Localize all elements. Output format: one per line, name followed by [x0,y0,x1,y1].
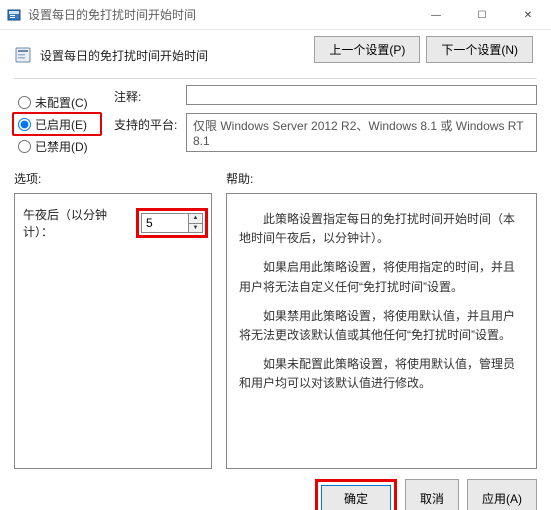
spin-up-button[interactable]: ▲ [189,214,202,224]
radio-not-configured[interactable]: 未配置(C) [14,91,114,113]
radio-enabled-input[interactable] [18,118,31,131]
platform-label: 支持的平台: [114,113,186,133]
maximize-button[interactable]: ☐ [459,0,505,30]
minutes-input[interactable] [142,214,188,232]
options-panel: 午夜后（以分钟计）： ▲ ▼ [14,193,212,469]
prev-setting-button[interactable]: 上一个设置(P) [314,36,420,63]
divider [14,78,537,79]
page-title: 设置每日的免打扰时间开始时间 [40,47,208,64]
dialog-buttons: 确定 取消 应用(A) [14,479,537,510]
minimize-button[interactable]: — [413,0,459,30]
radio-not-configured-input[interactable] [18,96,31,109]
help-text: 此策略设置指定每日的免打扰时间开始时间（本地时间午夜后，以分钟计）。 [239,210,524,248]
highlight-box: 确定 [315,479,397,510]
minutes-label: 午夜后（以分钟计）： [23,206,133,240]
apply-button[interactable]: 应用(A) [467,479,537,510]
window-title: 设置每日的免打扰时间开始时间 [28,6,196,23]
help-heading: 帮助: [226,170,537,187]
options-heading: 选项: [14,170,212,187]
minutes-spinner[interactable]: ▲ ▼ [141,213,203,233]
radio-disabled-input[interactable] [18,140,31,153]
radio-not-configured-label: 未配置(C) [35,94,88,111]
help-text: 如果禁用此策略设置，将使用默认值，并且用户将无法更改该默认值或其他任何“免打扰时… [239,307,524,345]
ok-button[interactable]: 确定 [321,485,391,510]
platform-value: 仅限 Windows Server 2012 R2、Windows 8.1 或 … [186,113,537,152]
cancel-button[interactable]: 取消 [405,479,459,510]
radio-disabled-label: 已禁用(D) [35,138,88,155]
radio-enabled-label: 已启用(E) [35,116,87,133]
radio-enabled[interactable]: 已启用(E) [14,113,114,135]
help-text: 如果启用此策略设置，将使用指定的时间，并且用户将无法自定义任何“免打扰时间”设置… [239,258,524,296]
close-button[interactable]: ✕ [505,0,551,30]
radio-disabled[interactable]: 已禁用(D) [14,135,114,157]
help-panel: 此策略设置指定每日的免打扰时间开始时间（本地时间午夜后，以分钟计）。 如果启用此… [226,193,537,469]
title-bar: 设置每日的免打扰时间开始时间 — ☐ ✕ [0,0,551,30]
comment-field[interactable] [186,85,537,105]
next-setting-button[interactable]: 下一个设置(N) [426,36,533,63]
state-radio-group: 未配置(C) 已启用(E) 已禁用(D) [14,85,114,160]
comment-label: 注释: [114,85,186,105]
spin-down-button[interactable]: ▼ [189,224,202,233]
policy-icon [14,46,32,64]
app-icon [6,7,22,23]
help-text: 如果未配置此策略设置，将使用默认值，管理员和用户均可以对该默认值进行修改。 [239,355,524,393]
